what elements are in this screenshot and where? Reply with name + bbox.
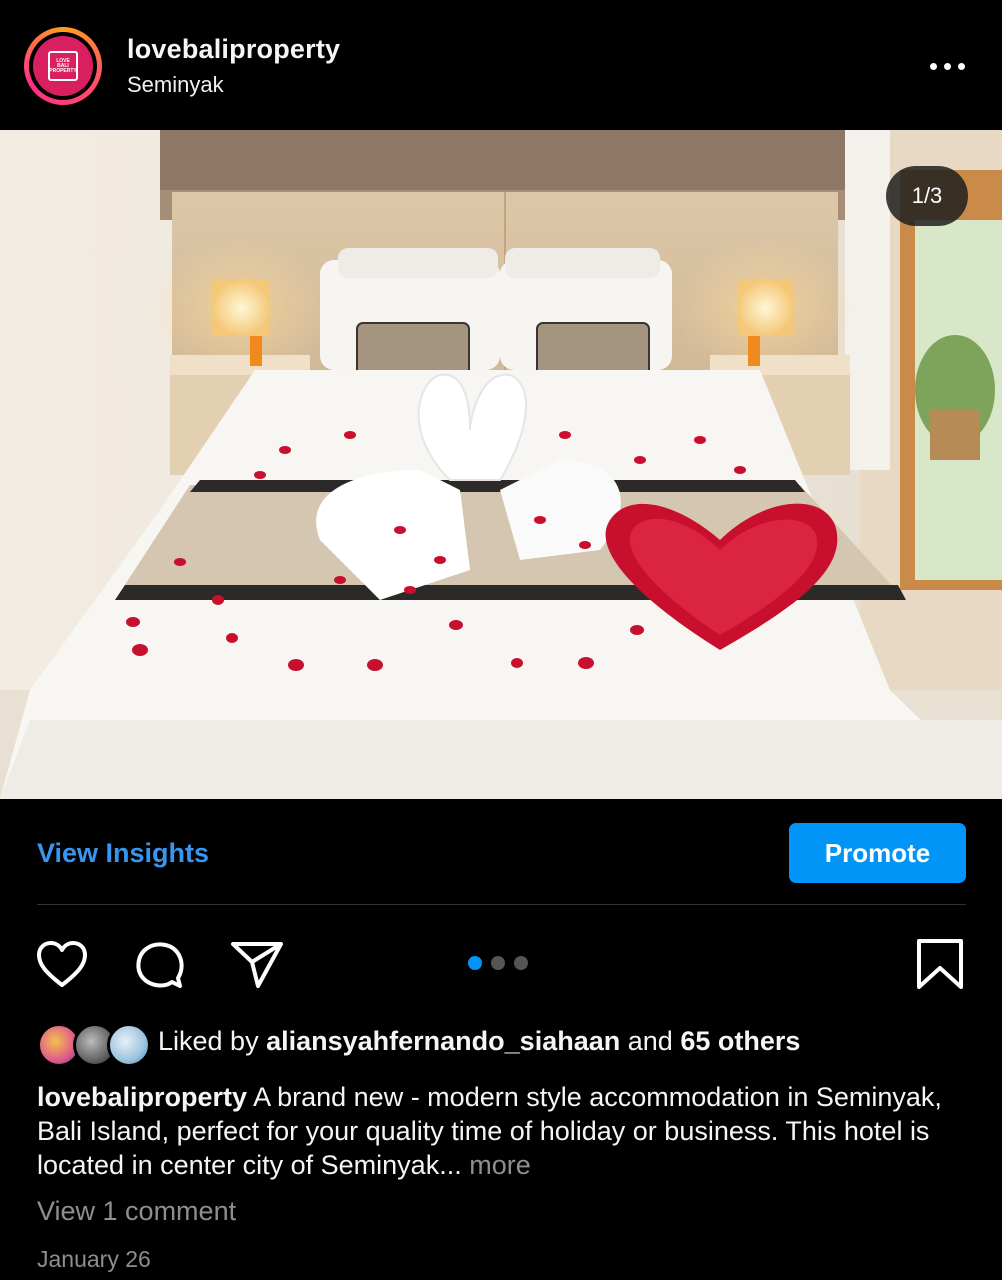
likes-others[interactable]: 65 others bbox=[680, 1026, 800, 1056]
view-comments-link[interactable]: View 1 comment bbox=[37, 1196, 236, 1227]
liker-avatars[interactable] bbox=[37, 1023, 151, 1067]
divider bbox=[37, 904, 966, 905]
post-location[interactable]: Seminyak bbox=[127, 72, 224, 98]
logo-mark: LOVE BALI PROPERTY bbox=[48, 51, 78, 81]
heart-icon[interactable] bbox=[35, 938, 89, 992]
image-counter: 1/3 bbox=[886, 166, 968, 226]
carousel-dot bbox=[491, 956, 505, 970]
avatar bbox=[107, 1023, 151, 1067]
likes-summary[interactable]: Liked by aliansyahfernando_siahaan and 6… bbox=[158, 1026, 800, 1057]
post-image[interactable] bbox=[0, 130, 1002, 799]
carousel-indicator bbox=[468, 956, 528, 970]
promote-button[interactable]: Promote bbox=[789, 823, 966, 883]
caption-username[interactable]: lovebaliproperty bbox=[37, 1082, 247, 1112]
carousel-dot bbox=[514, 956, 528, 970]
view-insights-link[interactable]: View Insights bbox=[37, 838, 209, 869]
post-username[interactable]: lovebaliproperty bbox=[127, 34, 340, 65]
send-icon[interactable] bbox=[230, 938, 284, 992]
liker-username[interactable]: aliansyahfernando_siahaan bbox=[266, 1026, 620, 1056]
brand-logo: LOVE BALI PROPERTY bbox=[33, 36, 93, 96]
profile-avatar[interactable]: LOVE BALI PROPERTY bbox=[24, 27, 102, 105]
bookmark-icon[interactable] bbox=[913, 938, 967, 992]
post-date: January 26 bbox=[37, 1246, 151, 1272]
comment-icon[interactable] bbox=[132, 938, 186, 992]
more-options-icon[interactable] bbox=[930, 56, 970, 76]
post-header: LOVE BALI PROPERTY lovebaliproperty Semi… bbox=[0, 0, 1002, 130]
carousel-dot-active bbox=[468, 956, 482, 970]
caption-more-link[interactable]: more bbox=[469, 1150, 531, 1180]
post-caption: lovebaliproperty A brand new - modern st… bbox=[37, 1080, 972, 1182]
